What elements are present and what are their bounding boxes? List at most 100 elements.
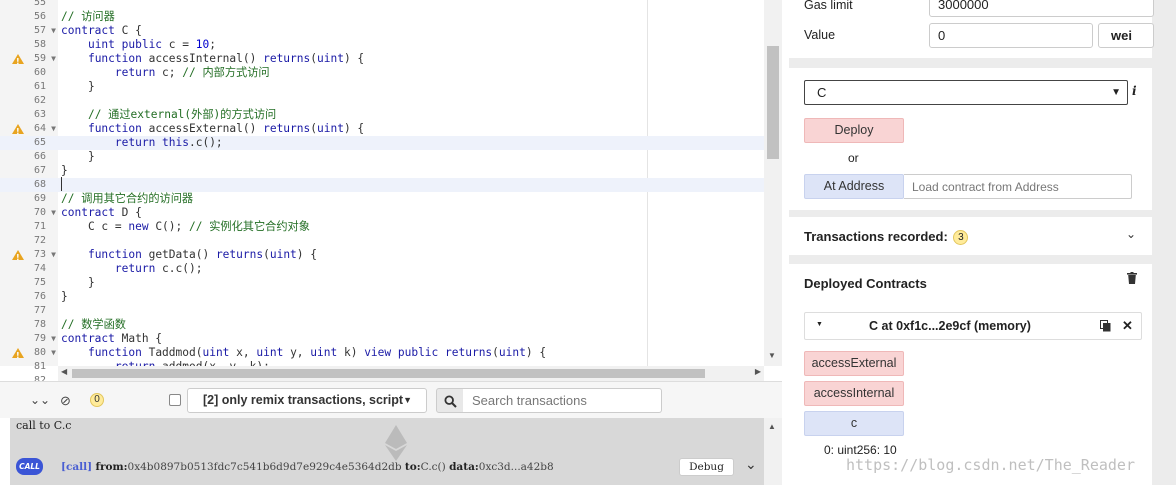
line-number[interactable]: 68 [0,178,58,192]
line-number[interactable]: 75 [0,276,58,290]
code-line[interactable]: return c; // 内部方式访问 [58,66,764,80]
fold-toggle-icon[interactable]: ▼ [51,248,56,262]
code-line[interactable]: contract D { [58,206,764,220]
chevron-down-icon[interactable]: ⌄ [745,456,757,473]
function-button-c[interactable]: c [804,411,904,436]
line-number[interactable]: 74 [0,262,58,276]
code-line[interactable]: contract C { [58,24,764,38]
line-number[interactable]: 77 [0,304,58,318]
line-number[interactable]: 70 ▼ [0,206,58,220]
at-address-button[interactable]: At Address [804,174,904,199]
scroll-right-arrow-icon[interactable]: ▶ [755,367,761,376]
code-line[interactable]: } [58,164,764,178]
line-number[interactable]: 65 [0,136,58,150]
fold-toggle-icon[interactable]: ▼ [51,122,56,136]
line-number[interactable]: 55 [0,0,58,10]
warning-icon[interactable] [12,348,24,363]
chevron-down-icon[interactable]: ⌄ [1126,227,1136,241]
code-line[interactable]: } [58,150,764,164]
code-line[interactable]: C c = new C(); // 实例化其它合约对象 [58,220,764,234]
code-area[interactable]: // 访问器 contract C { uint public c = 10; f… [58,0,764,366]
editor-horizontal-scrollbar[interactable]: ◀ ▶ [58,366,764,381]
line-number[interactable]: 73 ▼ [0,248,58,265]
transaction-summary[interactable]: [call] from:0x4b0897b0513fdc7c541b6d9d7e… [61,461,554,473]
warning-icon[interactable] [12,124,24,139]
scroll-thumb[interactable] [72,369,705,378]
line-number[interactable]: 79 ▼ [0,332,58,346]
line-number[interactable]: 82 [0,374,58,381]
code-line[interactable] [58,0,764,10]
line-number[interactable]: 59 ▼ [0,52,58,69]
line-number[interactable]: 72 [0,234,58,248]
code-line[interactable]: } [58,80,764,94]
function-button-accessinternal[interactable]: accessInternal [804,381,904,406]
value-input[interactable] [929,23,1093,48]
line-number[interactable]: 63 [0,108,58,122]
code-line[interactable]: } [58,290,764,304]
line-number[interactable]: 81 [0,360,58,374]
deployed-instance-header[interactable]: ▼ C at 0xf1c...2e9cf (memory) ✕ [804,312,1142,340]
trash-icon[interactable] [1127,272,1137,284]
line-number[interactable]: 67 [0,164,58,178]
code-line[interactable] [58,304,764,318]
line-number[interactable]: 61 [0,80,58,94]
collapse-terminal-icon[interactable]: ⌄⌄ [30,393,50,407]
code-line[interactable]: uint public c = 10; [58,38,764,52]
search-transactions-input[interactable] [463,388,662,413]
code-line[interactable]: function Taddmod(uint x, uint y, uint k)… [58,346,764,360]
close-icon[interactable]: ✕ [1122,318,1133,334]
panel-divider[interactable] [782,0,789,485]
line-number[interactable]: 64 ▼ [0,122,58,139]
line-number[interactable]: 57 ▼ [0,24,58,38]
code-line[interactable]: } [58,276,764,290]
info-icon[interactable]: i [1132,84,1137,98]
scroll-left-arrow-icon[interactable]: ◀ [61,367,67,376]
code-line[interactable]: function accessInternal() returns(uint) … [58,52,764,66]
search-button[interactable] [436,388,464,413]
code-line[interactable]: // 调用其它合约的访问器 [58,192,764,206]
scroll-thumb[interactable] [767,46,779,159]
load-contract-address-input[interactable] [904,174,1132,199]
line-number[interactable]: 71 [0,220,58,234]
deploy-button[interactable]: Deploy [804,118,904,143]
contract-select[interactable]: C ▼ [804,80,1128,105]
line-number[interactable]: 66 [0,150,58,164]
code-line[interactable] [58,234,764,248]
fold-toggle-icon[interactable]: ▼ [51,24,56,38]
copy-icon[interactable] [1100,320,1111,332]
code-line[interactable]: function getData() returns(uint) { [58,248,764,262]
line-number[interactable]: 56 [0,10,58,24]
code-line[interactable]: return c.c(); [58,262,764,276]
line-number[interactable]: 58 [0,38,58,52]
code-line[interactable] [58,178,764,192]
code-editor[interactable]: 55 56 57 ▼ 58 59 ▼ 60 61 62 63 64 ▼ 65 66 67 68 69 70 ▼ 71 72… [0,0,782,381]
code-line[interactable]: function accessExternal() returns(uint) … [58,122,764,136]
code-line[interactable] [58,94,764,108]
scroll-up-arrow-icon[interactable]: ▲ [768,422,776,431]
line-number[interactable]: 69 [0,192,58,206]
line-number[interactable]: 76 [0,290,58,304]
gas-limit-input[interactable] [929,0,1154,17]
code-line[interactable]: // 访问器 [58,10,764,24]
fold-toggle-icon[interactable]: ▼ [51,346,56,360]
terminal-scrollbar[interactable]: ▲ [764,418,782,485]
clear-console-icon[interactable]: ⊘ [60,393,71,409]
warning-icon[interactable] [12,250,24,265]
editor-vertical-scrollbar[interactable]: ▼ [764,0,782,366]
function-button-accessexternal[interactable]: accessExternal [804,351,904,376]
scroll-down-arrow-icon[interactable]: ▼ [768,351,776,360]
line-number[interactable]: 62 [0,94,58,108]
warning-icon[interactable] [12,54,24,69]
fold-toggle-icon[interactable]: ▼ [51,206,56,220]
line-number[interactable]: 60 [0,66,58,80]
line-number[interactable]: 80 ▼ [0,346,58,363]
value-unit-select[interactable]: wei [1098,23,1154,48]
code-line[interactable]: // 通过external(外部)的方式访问 [58,108,764,122]
fold-toggle-icon[interactable]: ▼ [51,332,56,346]
line-number[interactable]: 78 [0,318,58,332]
code-line[interactable]: return this.c(); [58,136,764,150]
code-line[interactable]: contract Math { [58,332,764,346]
code-line[interactable]: // 数学函数 [58,318,764,332]
transactions-recorded-card[interactable]: Transactions recorded: 3 ⌄ [789,217,1152,255]
listen-network-checkbox[interactable] [169,394,181,406]
